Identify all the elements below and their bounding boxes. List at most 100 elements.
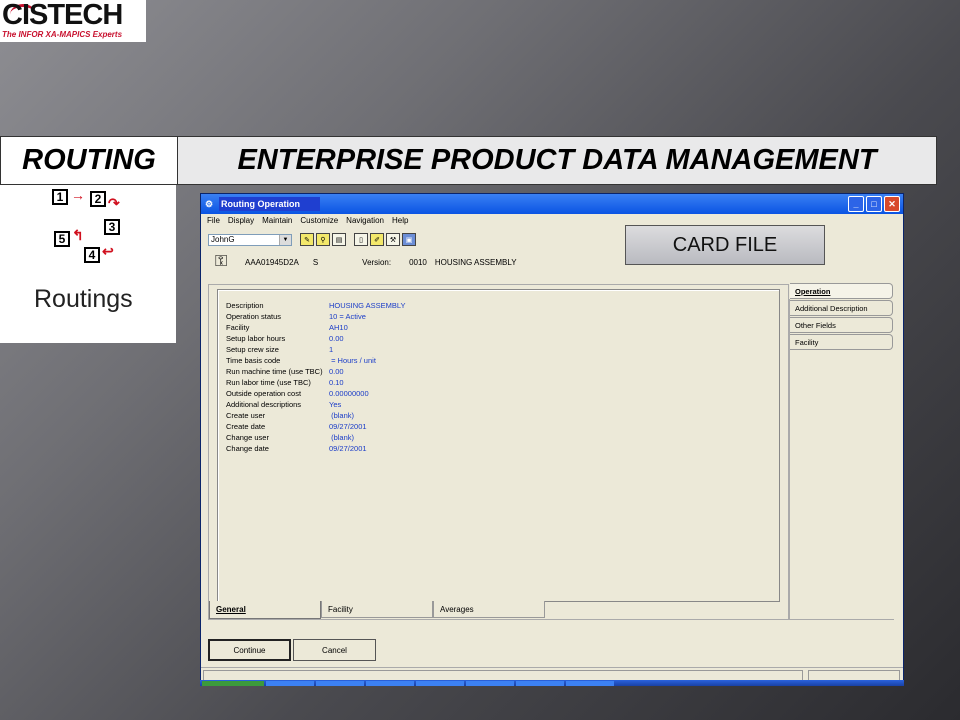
find-icon[interactable]: ⚲ [316,233,330,246]
field-row: Setup labor hours 0.00 [226,333,406,344]
field-label: Time basis code [226,356,281,365]
field-row: Change user (blank) [226,432,406,443]
window-titlebar[interactable]: ⚙ Routing Operation _ □ ✕ [201,194,903,214]
app-icon: ⚙ [205,199,214,209]
menu-file[interactable]: File [207,216,220,225]
field-value: 09/27/2001 [329,444,367,453]
taskbar-item[interactable] [466,681,514,686]
tab-general[interactable]: General [209,601,321,619]
taskbar-item[interactable] [316,681,364,686]
routing-operation-window: ⚙ Routing Operation _ □ ✕ File Display M… [200,193,904,686]
field-value: 0.10 [329,378,344,387]
field-label: Setup labor hours [226,334,286,343]
action-buttons: Continue Cancel [208,639,376,661]
field-value: 10 = Active [329,312,366,321]
menu-display[interactable]: Display [228,216,254,225]
item-info-line: ⚿ AAA01945D2A S Version: 0010 HOUSING AS… [215,253,517,271]
fields-frame: Description HOUSING ASSEMBLY Operation sta… [217,289,780,602]
field-label: Operation status [226,312,282,321]
user-combo[interactable]: JohnG ▼ [208,233,292,246]
field-label: Create user [226,411,266,420]
field-value: 09/27/2001 [329,422,367,431]
taskbar-item[interactable] [516,681,564,686]
field-value: 0.00 [329,367,344,376]
field-label: Facility [226,323,250,332]
continue-button[interactable]: Continue [208,639,291,661]
pencil-icon[interactable]: ✐ [370,233,384,246]
field-row: Additional descriptions Yes [226,399,406,410]
routings-label: Routings [34,285,133,313]
version-description: HOUSING ASSEMBLY [434,257,517,267]
tab-operation[interactable]: Operation [790,283,893,299]
field-row: Create user (blank) [226,410,406,421]
field-row: Operation status 10 = Active [226,311,406,322]
user-combo-value: JohnG [211,235,235,244]
field-label: Change user [226,433,269,442]
tab-averages[interactable]: Averages [433,601,545,618]
route-step-box: 2 [90,191,106,207]
taskbar-item[interactable] [566,681,614,686]
print-icon[interactable]: ▤ [332,233,346,246]
item-code: S [312,257,319,267]
taskbar-item[interactable] [416,681,464,686]
banner-routing: ROUTING [1,137,178,184]
route-step-box: 1 [52,189,68,205]
new-document-icon[interactable]: ▯ [354,233,368,246]
chevron-down-icon[interactable]: ▼ [279,234,291,245]
field-value: (blank) [329,411,355,420]
menu-navigation[interactable]: Navigation [346,216,384,225]
field-row: Facility AH10 [226,322,406,333]
logo-brand: CISTECH [2,0,123,31]
field-label: Create date [226,422,266,431]
maximize-button[interactable]: □ [866,196,882,212]
menu-help[interactable]: Help [392,216,408,225]
menu-maintain[interactable]: Maintain [262,216,292,225]
field-label: Setup crew size [226,345,279,354]
route-step-box: 4 [84,247,100,263]
field-row: Create date 09/27/2001 [226,421,406,432]
card-file-label: CARD FILE [625,225,825,265]
field-row: Outside operation cost 0.00000000 [226,388,406,399]
field-value: Yes [329,400,342,409]
arrow-curve-icon: ↷ [108,195,120,211]
arrow-right-icon: → [71,187,85,203]
minimize-button[interactable]: _ [848,196,864,212]
route-step-box: 5 [54,231,70,247]
field-label: Run machine time (use TBC) [226,367,323,376]
arrow-curve-icon: ↩ [102,243,114,259]
close-button[interactable]: ✕ [884,196,900,212]
field-list: Description HOUSING ASSEMBLY Operation sta… [226,300,406,454]
field-row: Change date 09/27/2001 [226,443,406,454]
field-value: 0.00 [329,334,344,343]
field-value: = Hours / unit [329,356,376,365]
windows-icon[interactable]: ▣ [402,233,416,246]
title-banner: ROUTING ENTERPRISE PRODUCT DATA MANAGEME… [0,136,937,185]
field-row: Setup crew size 1 [226,344,406,355]
field-value: HOUSING ASSEMBLY [329,301,406,310]
tab-facility-right[interactable]: Facility [790,334,893,350]
arrow-curve-icon: ↰ [72,227,84,243]
cancel-button[interactable]: Cancel [293,639,376,661]
item-number: AAA01945D2A [245,257,299,267]
field-row: Run labor time (use TBC) 0.10 [226,377,406,388]
field-label: Change date [226,444,269,453]
field-label: Run labor time (use TBC) [226,378,311,387]
window-title: Routing Operation [219,197,320,211]
edit-icon[interactable]: ✎ [300,233,314,246]
tab-additional-description[interactable]: Additional Description [790,300,893,316]
field-label: Description [226,301,264,310]
banner-title: ENTERPRISE PRODUCT DATA MANAGEMENT [178,137,936,184]
cistech-logo: CISTECH The INFOR XA-MAPICS Experts [0,0,146,42]
taskbar [200,680,904,686]
tab-other-fields[interactable]: Other Fields [790,317,893,333]
start-button[interactable] [202,681,264,686]
menu-customize[interactable]: Customize [300,216,338,225]
field-value: 0.00000000 [329,389,369,398]
field-value: 1 [329,345,334,354]
taskbar-item[interactable] [266,681,314,686]
taskbar-item[interactable] [366,681,414,686]
route-step-box: 3 [104,219,120,235]
tab-facility[interactable]: Facility [321,601,433,618]
general-panel: Description HOUSING ASSEMBLY Operation sta… [208,284,789,620]
tools-icon[interactable]: ⚒ [386,233,400,246]
